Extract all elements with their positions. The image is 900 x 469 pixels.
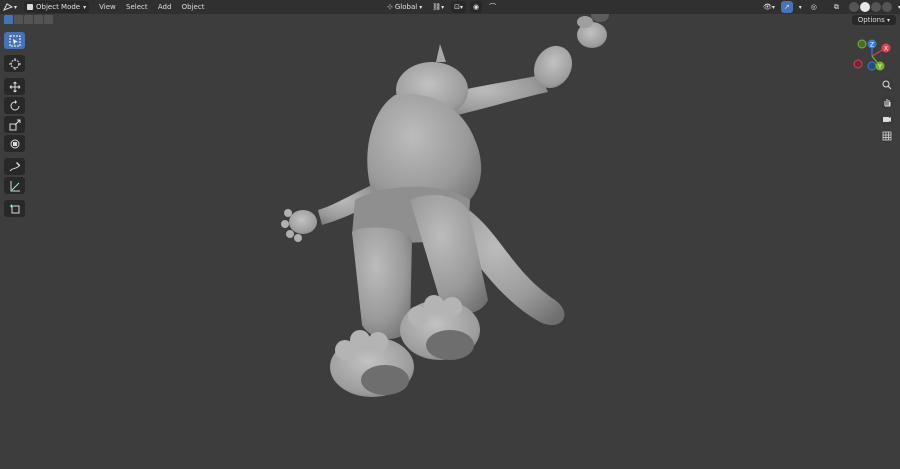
tool-move[interactable] [4,78,25,95]
solid-shading-button[interactable] [859,2,870,12]
select-box-icon [9,35,20,46]
gizmo-neg-z[interactable] [867,61,877,71]
hand-icon [884,99,891,107]
add-cube-icon [9,204,19,213]
orientation-label: Global [394,3,418,11]
viewport-header: ▾ Object Mode ▾ View Select Add Object ⊹… [0,0,900,14]
header-menu: View Select Add Object [95,3,208,11]
select-invert-button[interactable] [34,15,43,24]
orientation-dropdown[interactable]: ⊹ Global ▾ [384,1,425,13]
tool-select-box[interactable] [4,32,25,49]
gizmo-z-label: Z [870,41,874,48]
tool-measure[interactable] [4,177,25,194]
tool-shelf [4,32,26,219]
chevron-down-icon: ▾ [798,3,802,11]
selection-mode-buttons [4,15,53,24]
xray-toggle[interactable]: ⧉ [831,1,842,13]
select-new-button[interactable] [4,15,13,24]
rotate-icon [10,99,19,110]
gizmo-icon: ↗ [783,3,790,11]
chevron-down-icon: ▾ [460,3,464,11]
options-dropdown[interactable]: Options ▾ [851,15,896,25]
mode-dropdown[interactable]: Object Mode ▾ [24,1,90,13]
object-mode-icon [27,4,34,10]
navigation-buttons [880,78,894,146]
select-subtract-button[interactable] [24,15,33,24]
overlays-icon: ◎ [810,3,817,11]
tool-scale[interactable] [4,116,25,133]
right-leg [410,195,488,314]
mode-label: Object Mode [36,3,81,11]
visibility-dropdown[interactable]: 👁 ▾ [760,1,778,13]
menu-add[interactable]: Add [154,3,176,11]
overlays-toggle[interactable]: ◎ [808,1,820,13]
gizmo-dropdown[interactable]: ▾ [796,1,805,13]
zoom-button[interactable] [880,78,894,92]
grid-icon [882,131,892,141]
3d-viewport[interactable] [0,0,900,469]
camera-icon [883,117,891,122]
select-extend-button[interactable] [14,15,23,24]
move-icon [9,81,20,92]
tool-add-cube[interactable] [4,200,25,217]
chevron-down-icon: ▾ [14,3,18,11]
rendered-shading-button[interactable] [881,2,892,12]
cat-model[interactable] [281,8,609,397]
transform-icon [10,139,19,148]
navigation-gizmo[interactable]: Z X Y [852,38,892,74]
gizmo-neg-x[interactable] [853,59,863,69]
chevron-down-icon: ▾ [419,3,423,11]
proportional-edit-icon: ◉ [473,3,480,11]
orientation-icon: ⊹ [387,3,393,11]
falloff-dropdown[interactable]: ⌒ [486,1,499,13]
shading-modes [848,2,892,12]
chevron-down-icon: ▾ [441,3,445,11]
pivot-dropdown[interactable]: ⛓ ▾ [429,1,447,13]
tool-rotate[interactable] [4,97,25,114]
chevron-down-icon: ▾ [771,3,775,11]
select-intersect-button[interactable] [44,15,53,24]
chevron-down-icon: ▾ [83,3,87,11]
scale-icon [9,119,20,130]
gizmo-y-label: Y [877,63,882,70]
snap-toggle[interactable]: ⊡ ▾ [451,1,467,13]
camera-view-button[interactable] [880,112,894,126]
shading-dropdown[interactable]: ▾ [895,1,900,13]
options-label: Options [857,16,885,24]
eye-icon: 👁 [763,3,772,11]
falloff-icon: ⌒ [489,3,497,11]
tool-cursor[interactable] [4,55,25,72]
material-shading-button[interactable] [870,2,881,12]
pan-button[interactable] [880,95,894,109]
left-hand [289,210,317,234]
gizmo-neg-y[interactable] [857,39,867,49]
xray-icon: ⧉ [833,2,839,11]
viewport-icon [3,3,13,11]
tool-annotate[interactable] [4,158,25,175]
menu-select[interactable]: Select [122,3,152,11]
annotate-icon [9,161,20,171]
measure-icon [10,180,20,191]
editor-type-button[interactable]: ▾ [0,1,20,13]
perspective-toggle-button[interactable] [880,129,894,143]
wireframe-shading-button[interactable] [848,2,859,12]
menu-view[interactable]: View [95,3,120,11]
menu-object[interactable]: Object [178,3,209,11]
gizmo-toggle[interactable]: ↗ [780,1,793,13]
cursor-icon [8,57,21,70]
pivot-icon: ⛓ [432,3,442,11]
gizmo-x-label: X [884,45,888,52]
tool-transform[interactable] [4,135,25,152]
zoom-icon [882,80,892,90]
chevron-down-icon: ▾ [886,17,890,24]
proportional-edit-toggle[interactable]: ◉ [470,1,483,13]
